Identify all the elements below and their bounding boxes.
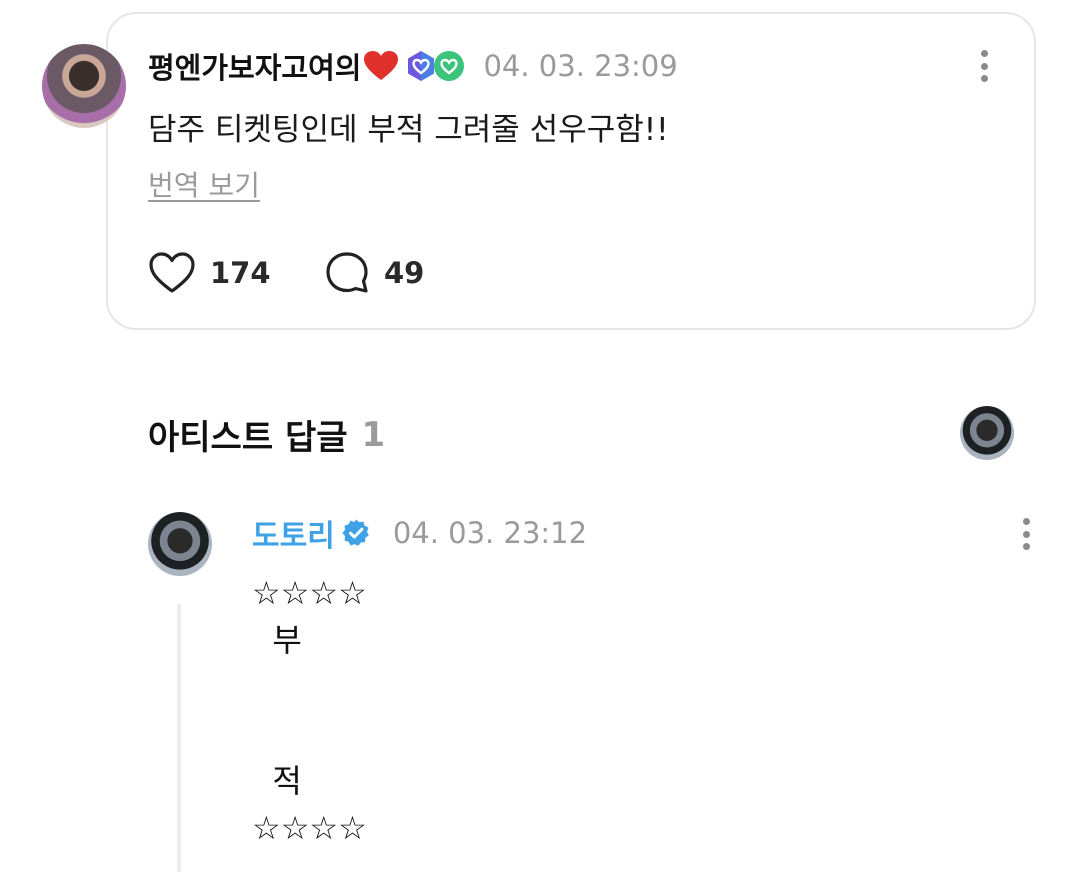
- user-avatar[interactable]: [42, 44, 126, 128]
- verified-badge-icon: [341, 518, 371, 548]
- artist-replies-count: 1: [361, 414, 386, 455]
- reply-more-options-icon[interactable]: [1020, 514, 1032, 554]
- reply-timestamp: 04. 03. 23:12: [392, 516, 588, 550]
- reply-header: 도토리 04. 03. 23:12: [252, 512, 587, 554]
- post-text: 담주 티켓팅인데 부적 그려줄 선우구함!!: [148, 112, 669, 148]
- heart-emoji-icon: [363, 50, 399, 82]
- reply-author-name[interactable]: 도토리: [252, 511, 335, 555]
- thread-line: [177, 604, 181, 872]
- comment-count: 49: [384, 256, 425, 290]
- comment-button[interactable]: 49: [324, 248, 424, 298]
- comment-screen: 평엔가보자고여의 04. 03. 23:09 담주 티켓팅인데 부적 그려줄 선…: [0, 0, 1080, 872]
- reply-body: ☆☆☆☆ 부 적 ☆☆☆☆: [252, 574, 367, 847]
- artist-avatar[interactable]: [148, 512, 212, 576]
- like-button[interactable]: 174: [148, 248, 271, 298]
- fan-badge-icon: [433, 50, 465, 82]
- artist-replies-title: 아티스트 답글 1: [148, 410, 385, 459]
- translate-link[interactable]: 번역 보기: [148, 164, 260, 204]
- heart-outline-icon: [149, 252, 195, 293]
- post-author-name[interactable]: 평엔가보자고여의: [148, 45, 361, 87]
- post-header: 평엔가보자고여의 04. 03. 23:09: [148, 46, 678, 86]
- like-count: 174: [210, 256, 271, 290]
- comment-bubble-icon: [326, 252, 368, 293]
- post-timestamp: 04. 03. 23:09: [483, 49, 678, 83]
- artist-replies-label: 아티스트 답글: [148, 418, 348, 458]
- post-more-options-icon[interactable]: [978, 46, 990, 86]
- artist-avatar-small[interactable]: [960, 406, 1014, 460]
